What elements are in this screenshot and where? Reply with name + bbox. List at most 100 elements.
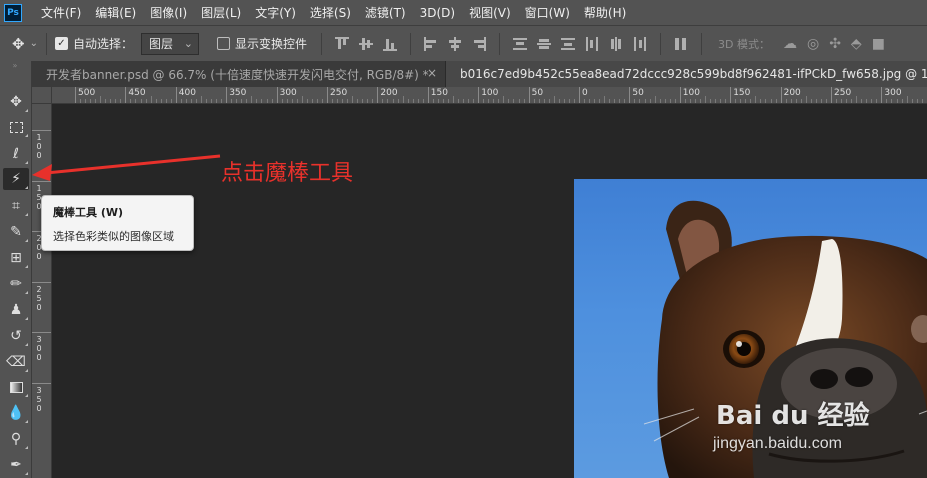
move-tool-preset-icon[interactable]: ✥ xyxy=(12,35,25,53)
ruler-tick-label: 350 xyxy=(36,385,42,413)
ruler-minor-tick xyxy=(740,99,742,103)
show-transform-checkbox[interactable] xyxy=(216,37,230,50)
dog-photo xyxy=(574,179,927,478)
ruler-minor-tick xyxy=(155,99,157,103)
menu-help[interactable]: 帮助(H) xyxy=(584,4,626,21)
ruler-tick xyxy=(32,281,51,283)
eraser-tool-icon[interactable]: ⌫ xyxy=(3,351,29,373)
magic-wand-tool-icon[interactable]: ⚡ xyxy=(3,168,29,190)
marquee-tool-icon[interactable] xyxy=(3,116,29,138)
ruler-minor-tick xyxy=(498,99,500,103)
align-bottom-icon[interactable] xyxy=(383,37,397,51)
pen-tool-icon[interactable]: ✒ xyxy=(3,454,29,476)
ruler-minor-tick xyxy=(705,96,706,103)
menu-layer[interactable]: 图层(L) xyxy=(201,4,241,21)
lasso-tool-icon[interactable]: ℓ xyxy=(3,143,29,165)
eyedropper-tool-icon[interactable]: ✎ xyxy=(3,221,29,243)
close-icon[interactable]: × xyxy=(427,66,437,80)
ruler-minor-tick xyxy=(130,99,132,103)
menu-filter[interactable]: 滤镜(T) xyxy=(365,4,406,21)
tab-dog-jpg[interactable]: b016c7ed9b452c55ea8ead72dccc928c599bd8f9… xyxy=(446,61,927,87)
ruler-minor-tick xyxy=(634,99,636,103)
distribute-horizontal-center-icon[interactable] xyxy=(609,36,623,51)
align-right-icon[interactable] xyxy=(472,36,486,51)
3d-mode-label: 3D 模式： xyxy=(718,37,770,51)
tab-banner-psd[interactable]: 开发者banner.psd @ 66.7% (十倍速度快速开发闪电交付, RGB… xyxy=(32,61,446,87)
crop-tool-icon[interactable]: ⌗ xyxy=(3,195,29,217)
ruler-minor-tick xyxy=(604,96,606,103)
ruler-minor-tick xyxy=(468,99,470,103)
ruler-minor-tick xyxy=(145,99,147,103)
ruler-minor-tick xyxy=(463,99,465,103)
ruler-minor-tick xyxy=(407,99,409,103)
menu-file[interactable]: 文件(F) xyxy=(41,4,81,21)
align-horizontal-center-icon[interactable] xyxy=(448,36,462,51)
3d-scale-icon[interactable]: ■ xyxy=(872,36,885,52)
ruler-minor-tick xyxy=(170,99,172,103)
ruler-minor-tick xyxy=(624,99,626,103)
distribute-left-icon[interactable] xyxy=(585,36,599,51)
brush-tool-icon[interactable]: ✏ xyxy=(3,273,29,295)
ruler-minor-tick xyxy=(710,99,712,103)
ruler-minor-tick xyxy=(735,99,737,103)
photoshop-logo-icon: Ps xyxy=(4,3,22,22)
spot-healing-tool-icon[interactable]: ⊞ xyxy=(3,247,29,269)
move-tool-icon[interactable]: ✥ xyxy=(3,91,29,113)
ruler-minor-tick xyxy=(694,99,696,103)
tab-label: 开发者banner.psd @ 66.7% (十倍速度快速开发闪电交付, RGB… xyxy=(46,67,429,82)
clone-stamp-tool-icon[interactable]: ♟ xyxy=(3,299,29,321)
ruler-minor-tick xyxy=(785,99,787,103)
blur-tool-icon[interactable]: 💧 xyxy=(3,402,29,424)
ruler-tick-label: 300 xyxy=(36,335,42,362)
gradient-tool-icon[interactable] xyxy=(3,376,29,398)
history-brush-tool-icon[interactable]: ↺ xyxy=(3,325,29,347)
ruler-minor-tick xyxy=(437,99,439,103)
ruler-minor-tick xyxy=(221,99,223,103)
menu-select[interactable]: 选择(S) xyxy=(310,4,351,21)
panel-grip-icon[interactable]: » xyxy=(0,61,31,71)
ruler-minor-tick xyxy=(568,99,570,103)
ruler-minor-tick xyxy=(195,99,197,103)
ruler-minor-tick xyxy=(160,99,162,103)
menu-image[interactable]: 图像(I) xyxy=(150,4,187,21)
ruler-minor-tick xyxy=(720,99,722,103)
watermark-url: jingyan.baidu.com xyxy=(713,435,842,452)
auto-select-checkbox[interactable]: ✓ xyxy=(54,37,68,50)
chevron-down-icon[interactable]: ⌄ xyxy=(30,38,38,49)
horizontal-ruler[interactable]: 500 450 400 350 300 250 200 150 100 50 0 50 100 150 20… xyxy=(52,87,927,104)
ruler-minor-tick xyxy=(120,99,122,103)
auto-select-dropdown[interactable]: 图层 ⌄ xyxy=(140,32,199,55)
menu-3d[interactable]: 3D(D) xyxy=(420,6,455,20)
distribute-right-icon[interactable] xyxy=(633,36,647,51)
3d-drag-icon[interactable]: ✣ xyxy=(829,36,841,52)
3d-orbit-icon[interactable]: ☁ xyxy=(783,36,797,52)
dodge-tool-icon[interactable]: ⚲ xyxy=(3,428,29,450)
3d-roll-icon[interactable]: ◎ xyxy=(807,36,819,52)
ruler-minor-tick xyxy=(503,96,505,103)
distribute-bottom-icon[interactable] xyxy=(561,37,575,51)
ruler-minor-tick xyxy=(256,99,258,103)
distribute-top-icon[interactable] xyxy=(513,37,527,51)
ruler-minor-tick xyxy=(599,99,601,103)
menu-type[interactable]: 文字(Y) xyxy=(255,4,296,21)
distribute-vertical-center-icon[interactable] xyxy=(537,37,551,51)
menu-edit[interactable]: 编辑(E) xyxy=(95,4,136,21)
ruler-minor-tick xyxy=(841,99,843,103)
align-vertical-center-icon[interactable] xyxy=(359,37,373,51)
3d-slide-icon[interactable]: ⬘ xyxy=(851,36,862,52)
menu-window[interactable]: 窗口(W) xyxy=(525,4,570,21)
ruler-minor-tick xyxy=(241,99,243,103)
auto-align-layers-icon[interactable] xyxy=(674,37,688,51)
show-transform-label: 显示变换控件 xyxy=(234,37,307,51)
ruler-minor-tick xyxy=(619,99,621,103)
ruler-origin[interactable] xyxy=(32,87,52,104)
ruler-minor-tick xyxy=(508,99,510,103)
align-top-icon[interactable] xyxy=(335,36,349,51)
ruler-minor-tick xyxy=(95,99,97,103)
ruler-minor-tick xyxy=(301,96,303,103)
ruler-minor-tick xyxy=(609,99,611,103)
align-left-icon[interactable] xyxy=(424,36,438,51)
menu-view[interactable]: 视图(V) xyxy=(469,4,511,21)
ruler-minor-tick xyxy=(231,99,233,103)
ruler-minor-tick xyxy=(185,99,187,103)
